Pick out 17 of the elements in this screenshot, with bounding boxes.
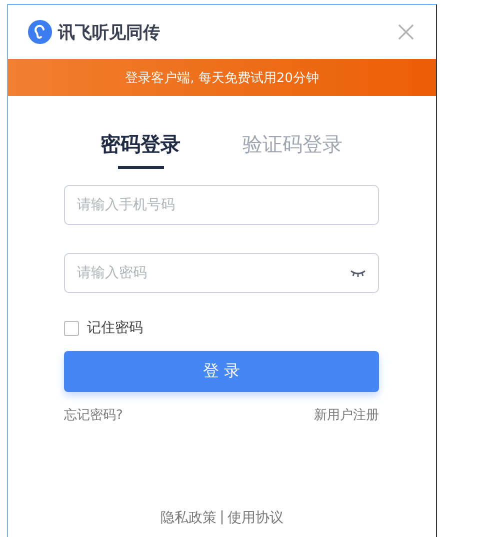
separator: | bbox=[220, 509, 224, 527]
closed-eye-icon[interactable] bbox=[350, 269, 366, 277]
login-tab[interactable]: 验证码登录 bbox=[242, 132, 342, 169]
remember-checkbox[interactable] bbox=[64, 320, 79, 336]
privacy-link[interactable]: 隐私政策 bbox=[160, 509, 217, 527]
promo-banner: 登录客户端, 每天免费试用20分钟 bbox=[8, 59, 436, 96]
window-title: 讯飞听见同传 bbox=[58, 22, 160, 44]
logo-icon bbox=[28, 20, 52, 44]
password-field[interactable]: 请输入密码 bbox=[64, 253, 379, 293]
forgot-password-link[interactable]: 忘记密码? bbox=[64, 406, 123, 424]
login-button[interactable]: 登 录 bbox=[64, 351, 379, 392]
login-tab[interactable]: 密码登录 bbox=[100, 132, 180, 169]
phone-field[interactable]: 请输入手机号码 bbox=[64, 185, 379, 225]
remember-label: 记住密码 bbox=[87, 319, 143, 337]
register-link[interactable]: 新用户注册 bbox=[314, 406, 379, 424]
close-icon[interactable] bbox=[398, 24, 414, 40]
terms-link[interactable]: 使用协议 bbox=[227, 509, 284, 527]
